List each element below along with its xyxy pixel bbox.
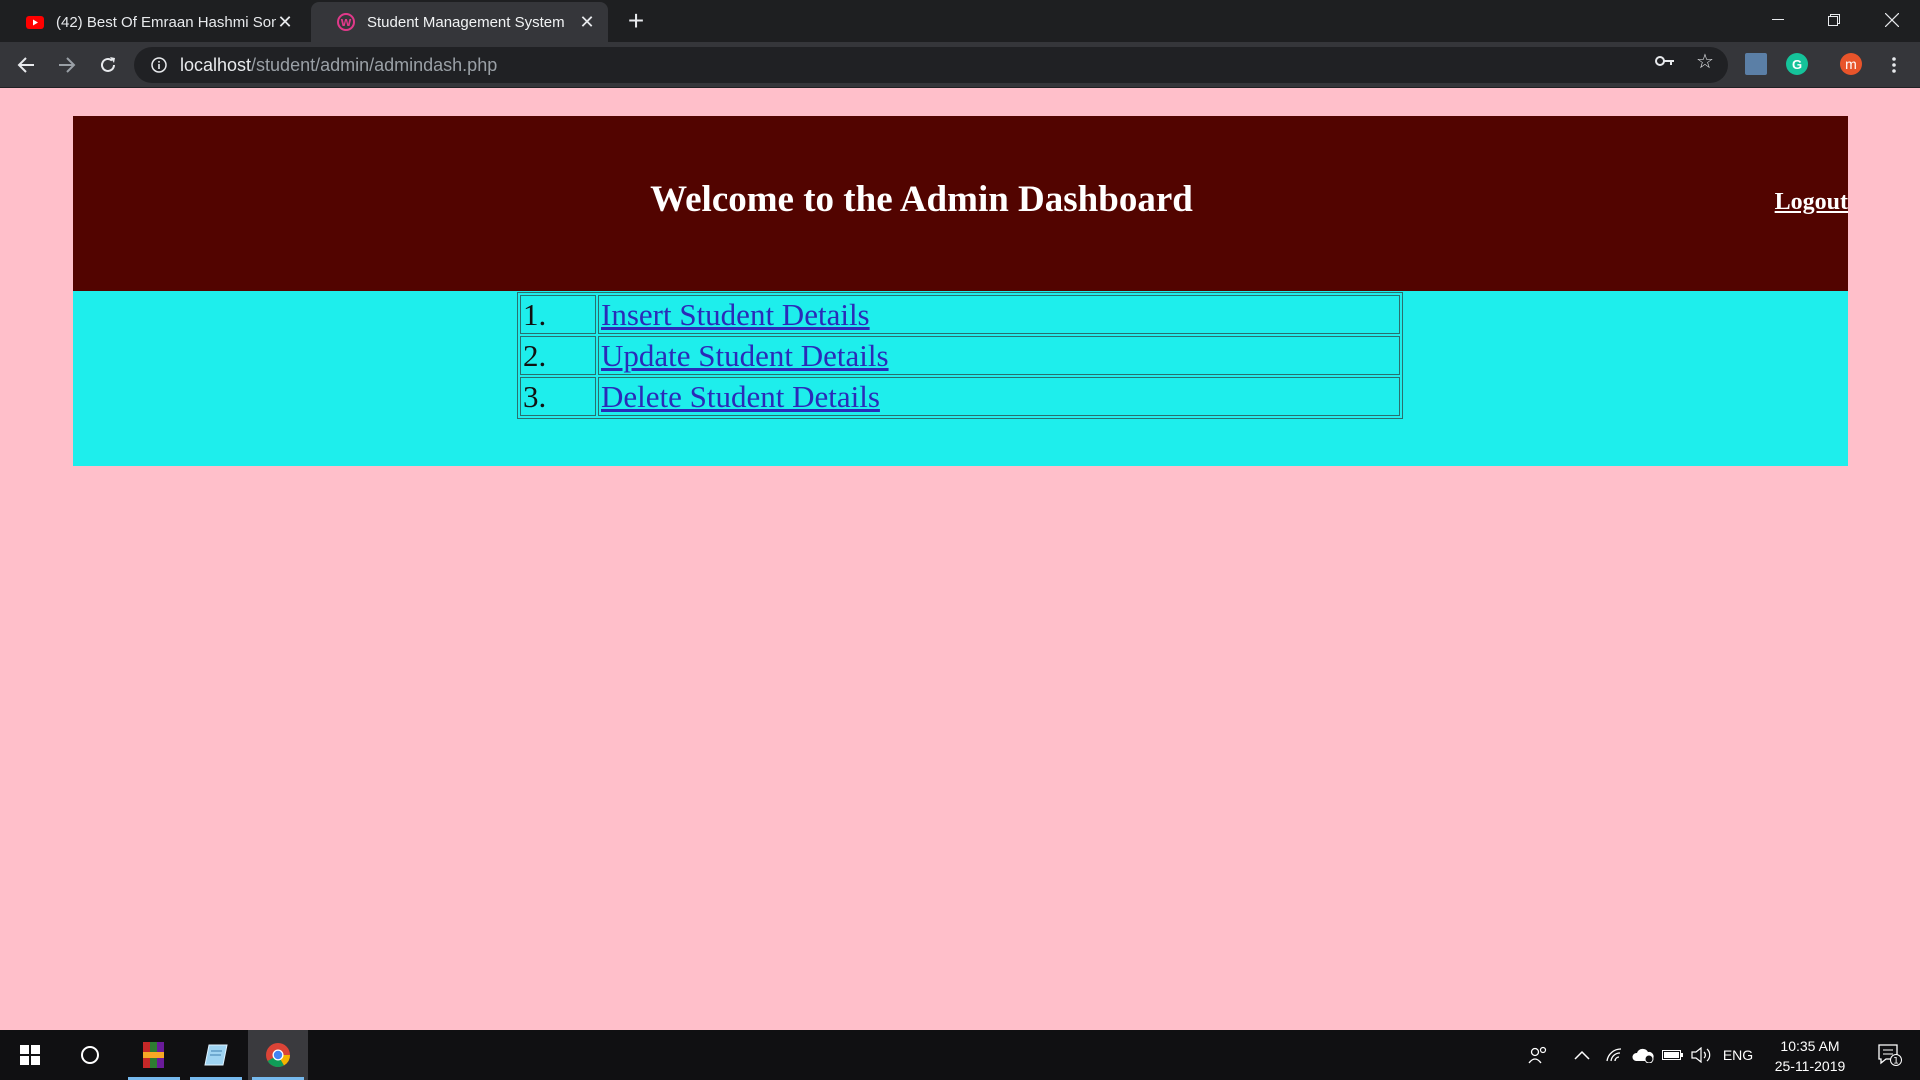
address-bar[interactable]: localhost/student/admin/admindash.php <box>134 47 1728 83</box>
system-clock[interactable]: 10:35 AM 25-11-2019 <box>1762 1036 1858 1076</box>
battery-icon[interactable] <box>1660 1030 1686 1080</box>
browser-toolbar: localhost/student/admin/admindash.php ☆ … <box>0 42 1920 88</box>
notification-center-icon[interactable]: 1 <box>1868 1030 1912 1080</box>
chrome-icon[interactable] <box>248 1030 308 1080</box>
browser-tab-student-management[interactable]: W Student Management System ✕ <box>311 2 608 42</box>
table-row: 2. Update Student Details <box>520 336 1400 375</box>
update-student-link[interactable]: Update Student Details <box>601 338 889 373</box>
chrome-menu-icon[interactable] <box>1878 49 1910 81</box>
logout-link[interactable]: Logout <box>1775 188 1848 216</box>
onedrive-icon[interactable] <box>1628 1030 1658 1080</box>
windows-start-icon[interactable] <box>0 1030 60 1080</box>
tab-close-icon[interactable]: ✕ <box>276 13 294 31</box>
forward-button[interactable] <box>51 49 83 81</box>
delete-student-link[interactable]: Delete Student Details <box>601 379 880 414</box>
site-info-icon[interactable] <box>150 56 168 74</box>
clock-date: 25-11-2019 <box>1774 1058 1846 1074</box>
menu-cell: Update Student Details <box>598 336 1400 375</box>
grammarly-icon[interactable]: G <box>1786 53 1808 75</box>
cortana-icon[interactable] <box>60 1030 120 1080</box>
notepad-icon[interactable] <box>186 1030 246 1080</box>
dashboard-menu-section: 1. Insert Student Details 2. Update Stud… <box>73 291 1848 466</box>
menu-number: 1. <box>520 295 596 334</box>
close-window-button[interactable] <box>1864 0 1920 40</box>
chevron-up-icon[interactable] <box>1568 1030 1596 1080</box>
menu-cell: Insert Student Details <box>598 295 1400 334</box>
back-button[interactable] <box>10 49 42 81</box>
admin-menu-table: 1. Insert Student Details 2. Update Stud… <box>517 292 1403 419</box>
reload-button[interactable] <box>92 49 124 81</box>
browser-tab-youtube[interactable]: (42) Best Of Emraan Hashmi Songs ✕ <box>0 2 306 42</box>
key-icon[interactable] <box>1655 51 1675 71</box>
star-icon[interactable]: ☆ <box>1695 51 1715 73</box>
menu-number: 3. <box>520 377 596 416</box>
minimize-button[interactable] <box>1750 0 1806 40</box>
menu-cell: Delete Student Details <box>598 377 1400 416</box>
table-row: 1. Insert Student Details <box>520 295 1400 334</box>
notification-count: 1 <box>1893 1057 1899 1067</box>
wamp-icon: W <box>337 13 355 31</box>
youtube-icon <box>26 13 44 31</box>
browser-tab-strip: (42) Best Of Emraan Hashmi Songs ✕ W Stu… <box>0 0 1920 42</box>
clock-time: 10:35 AM <box>1780 1038 1840 1054</box>
url-text: localhost/student/admin/admindash.php <box>180 54 498 75</box>
language-indicator[interactable]: ENG <box>1718 1030 1758 1080</box>
people-icon[interactable] <box>1524 1030 1552 1080</box>
windows-taskbar: ENG 10:35 AM 25-11-2019 1 <box>0 1030 1920 1080</box>
page-title: Welcome to the Admin Dashboard <box>650 179 1193 220</box>
menu-number: 2. <box>520 336 596 375</box>
tab-close-icon[interactable]: ✕ <box>578 13 596 31</box>
new-tab-button[interactable]: + <box>622 7 650 36</box>
wifi-icon[interactable] <box>1600 1030 1628 1080</box>
volume-icon[interactable] <box>1688 1030 1716 1080</box>
tab-title: (42) Best Of Emraan Hashmi Songs <box>56 13 276 31</box>
profile-avatar[interactable]: m <box>1840 53 1862 75</box>
tab-title: Student Management System <box>367 13 565 31</box>
table-row: 3. Delete Student Details <box>520 377 1400 416</box>
svg-text:W: W <box>340 18 351 29</box>
insert-student-link[interactable]: Insert Student Details <box>601 297 870 332</box>
dashboard-header: Welcome to the Admin Dashboard Logout <box>73 116 1848 291</box>
winrar-icon[interactable] <box>124 1030 184 1080</box>
translate-extension-icon[interactable] <box>1745 53 1767 75</box>
restore-button[interactable] <box>1806 0 1862 40</box>
